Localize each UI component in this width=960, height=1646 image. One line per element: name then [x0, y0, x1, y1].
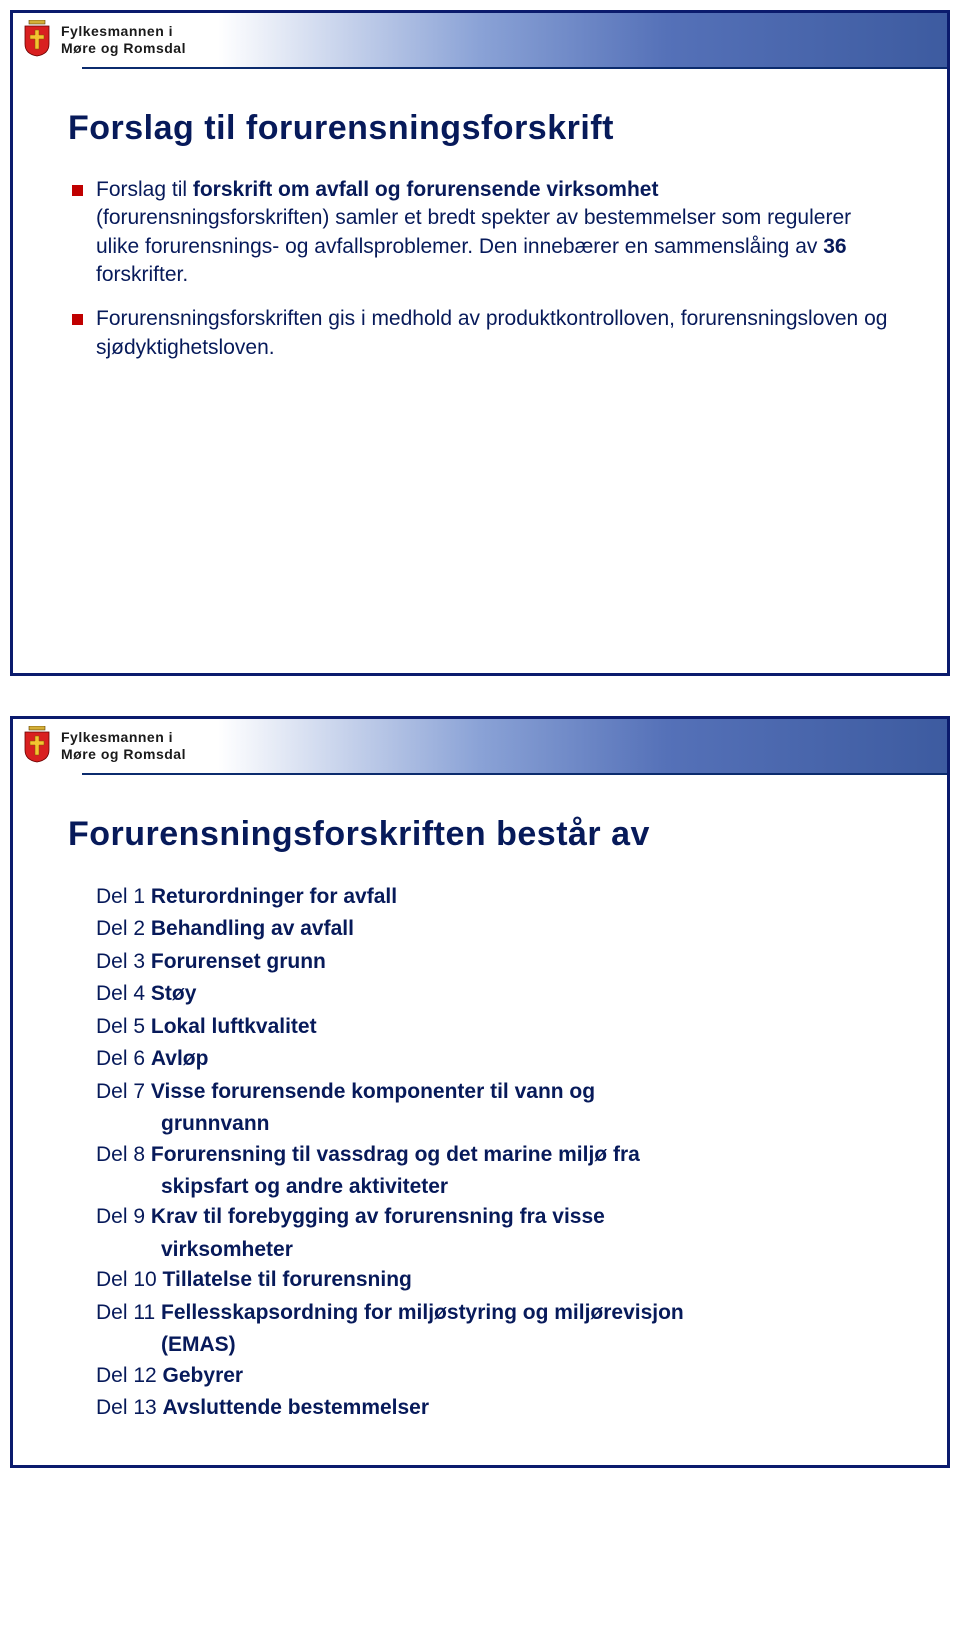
header-tab	[12, 773, 82, 793]
bullet-tail: forskrifter.	[96, 263, 188, 286]
slide-header: Fylkesmannen i Møre og Romsdal	[13, 719, 947, 775]
org-name: Fylkesmannen i Møre og Romsdal	[61, 23, 186, 58]
part-name: Gebyrer	[163, 1364, 244, 1387]
part-sub: (EMAS)	[96, 1330, 892, 1360]
part-num: Del 10	[96, 1268, 157, 1291]
slide-body: Forslag til forurensningsforskrift Forsl…	[13, 69, 947, 418]
slide-header: Fylkesmannen i Møre og Romsdal	[13, 13, 947, 69]
part-num: Del 1	[96, 885, 145, 908]
parts-list: Del 1 Returordninger for avfall Del 2 Be…	[68, 882, 892, 1423]
part-num: Del 13	[96, 1396, 157, 1419]
part-row: Del 4 Støy	[96, 979, 892, 1009]
part-name: Avsluttende bestemmelser	[163, 1396, 430, 1419]
part-num: Del 2	[96, 917, 145, 940]
slide-2: Fylkesmannen i Møre og Romsdal Forurensn…	[10, 716, 950, 1468]
bullet-list: Forslag til forskrift om avfall og forur…	[68, 176, 892, 362]
part-name: Avløp	[151, 1047, 209, 1070]
bullet-count: 36	[823, 235, 846, 258]
part-sub: skipsfart og andre aktiviteter	[96, 1172, 892, 1202]
part-row: Del 9 Krav til forebygging av forurensni…	[96, 1202, 892, 1232]
slide-body: Forurensningsforskriften består av Del 1…	[13, 775, 947, 1465]
part-num: Del 6	[96, 1047, 145, 1070]
part-name: Støy	[151, 982, 197, 1005]
part-name: Behandling av avfall	[151, 917, 354, 940]
part-num: Del 4	[96, 982, 145, 1005]
part-name: Forurenset grunn	[151, 950, 326, 973]
slide-title: Forurensningsforskriften består av	[68, 815, 892, 854]
part-num: Del 11	[96, 1301, 155, 1324]
part-row: Del 5 Lokal luftkvalitet	[96, 1012, 892, 1042]
part-row: Del 6 Avløp	[96, 1044, 892, 1074]
part-num: Del 12	[96, 1364, 157, 1387]
crest-icon	[21, 20, 53, 60]
part-row: Del 1 Returordninger for avfall	[96, 882, 892, 912]
part-sub: virksomheter	[96, 1235, 892, 1265]
slide-title: Forslag til forurensningsforskrift	[68, 109, 892, 148]
org-line1: Fylkesmannen i	[61, 729, 186, 747]
part-row: Del 11 Fellesskapsordning for miljøstyri…	[96, 1298, 892, 1328]
part-num: Del 9	[96, 1205, 145, 1228]
org-line2: Møre og Romsdal	[61, 746, 186, 764]
bullet-text: Forurensningsforskriften gis i medhold a…	[96, 307, 887, 358]
part-row: Del 3 Forurenset grunn	[96, 947, 892, 977]
crest-icon	[21, 726, 53, 766]
org-name: Fylkesmannen i Møre og Romsdal	[61, 729, 186, 764]
org-line2: Møre og Romsdal	[61, 40, 186, 58]
org-line1: Fylkesmannen i	[61, 23, 186, 41]
part-name: Krav til forebygging av forurensning fra…	[151, 1205, 605, 1228]
part-num: Del 5	[96, 1015, 145, 1038]
bullet-rest: (forurensningsforskriften) samler et bre…	[96, 206, 851, 257]
part-num: Del 3	[96, 950, 145, 973]
part-row: Del 7 Visse forurensende komponenter til…	[96, 1077, 892, 1107]
bullet-item: Forurensningsforskriften gis i medhold a…	[68, 305, 892, 362]
part-row: Del 8 Forurensning til vassdrag og det m…	[96, 1140, 892, 1170]
part-name: Forurensning til vassdrag og det marine …	[151, 1143, 640, 1166]
part-name: Lokal luftkvalitet	[151, 1015, 317, 1038]
part-name: Visse forurensende komponenter til vann …	[151, 1080, 595, 1103]
part-name: Tillatelse til forurensning	[163, 1268, 412, 1291]
header-tab	[12, 67, 82, 87]
part-name: Fellesskapsordning for miljøstyring og m…	[161, 1301, 684, 1324]
part-num: Del 8	[96, 1143, 145, 1166]
part-num: Del 7	[96, 1080, 145, 1103]
bullet-item: Forslag til forskrift om avfall og forur…	[68, 176, 892, 289]
page: Fylkesmannen i Møre og Romsdal Forslag t…	[0, 10, 960, 1468]
part-row: Del 12 Gebyrer	[96, 1361, 892, 1391]
part-row: Del 2 Behandling av avfall	[96, 914, 892, 944]
part-sub: grunnvann	[96, 1109, 892, 1139]
part-name: Returordninger for avfall	[151, 885, 397, 908]
bullet-prefix: Forslag til	[96, 178, 193, 201]
slide-1: Fylkesmannen i Møre og Romsdal Forslag t…	[10, 10, 950, 676]
part-row: Del 10 Tillatelse til forurensning	[96, 1265, 892, 1295]
bullet-bold: forskrift om avfall og forurensende virk…	[193, 178, 659, 201]
part-row: Del 13 Avsluttende bestemmelser	[96, 1393, 892, 1423]
